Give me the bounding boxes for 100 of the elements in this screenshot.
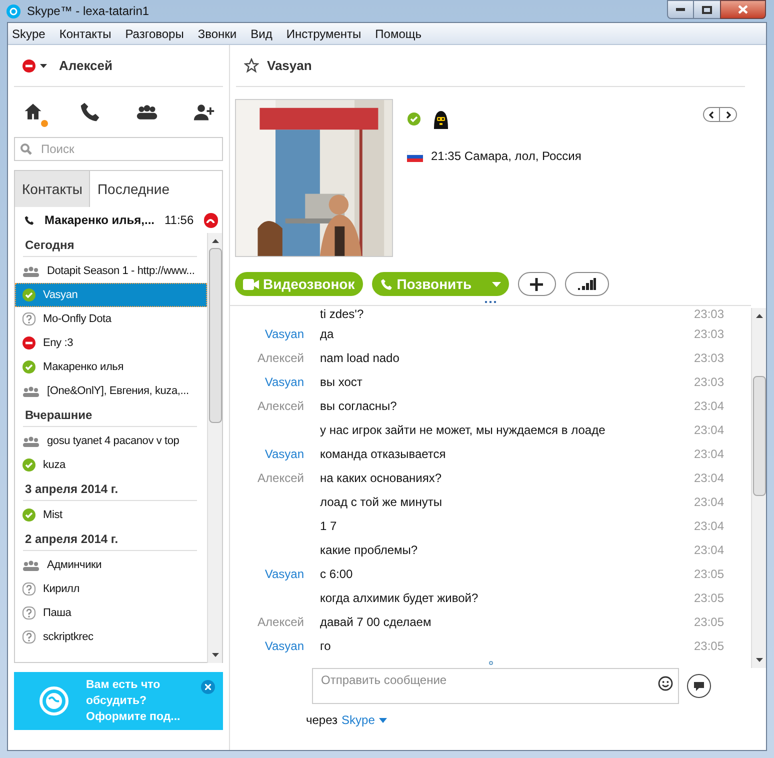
plus-icon	[530, 278, 544, 290]
maximize-icon	[702, 6, 712, 14]
menu-item[interactable]: Помощь	[375, 24, 422, 42]
contact-item[interactable]: Mo-Onfly Dota	[15, 307, 207, 331]
chevron-right-icon	[726, 110, 730, 118]
message-time: 23:04	[694, 470, 724, 487]
caret-icon	[40, 64, 47, 68]
message-text: давай 7 00 сделаем	[320, 614, 432, 631]
section-heading: 3 апреля 2014 г.	[23, 477, 197, 501]
message-time: 23:04	[694, 518, 724, 535]
menu-item[interactable]: Разговоры	[125, 24, 184, 42]
sender-name: Vasyan	[264, 567, 304, 581]
message-time: 23:03	[694, 306, 724, 323]
message-time: 23:04	[694, 422, 724, 439]
message-text: вы хост	[320, 374, 364, 391]
minimize-icon	[676, 8, 685, 11]
message-text: nam load nado	[320, 350, 400, 367]
message-time: 23:05	[694, 590, 724, 607]
contact-item[interactable]: [One&OnlY], Евгения, kuza,...	[15, 379, 207, 403]
service-selector[interactable]: Skype	[342, 711, 387, 729]
message-time: 23:04	[694, 494, 724, 511]
message-text: 1 7	[320, 518, 338, 535]
caret-icon	[492, 282, 501, 286]
emoticon-icon[interactable]	[658, 676, 673, 691]
message-text: команда отказывается	[320, 446, 447, 463]
scroll-down-icon	[212, 653, 218, 657]
message-time: 23:04	[694, 398, 724, 415]
hang-up-icon	[206, 218, 216, 222]
phone-icon	[79, 101, 101, 123]
add-button[interactable]	[518, 272, 556, 296]
message-text: у нас игрок зайти не может, мы нуждаемся в лоаде	[320, 422, 606, 439]
call-quality-button[interactable]	[564, 272, 609, 296]
menu-item[interactable]: Контакты	[59, 24, 112, 42]
contact-item[interactable]: Mist	[15, 503, 207, 527]
contact-item[interactable]: Админчики	[15, 553, 207, 577]
contact-item[interactable]: Макаренко илья	[15, 355, 207, 379]
contact-item[interactable]: kuza	[15, 453, 207, 477]
resize-handle-icon[interactable]	[488, 661, 492, 665]
scrollbar[interactable]	[751, 308, 766, 668]
menu-item[interactable]: Звонки	[198, 24, 237, 42]
skype-logo-icon	[6, 4, 21, 18]
contact-item[interactable]: sckriptkrec	[15, 625, 207, 649]
flag-icon	[407, 150, 423, 162]
message-text: на каких основаниях?	[320, 470, 442, 487]
previous-button[interactable]	[703, 107, 720, 122]
minimize-button[interactable]	[667, 0, 694, 19]
contact-item[interactable]: Кирилл	[15, 577, 207, 601]
message-input[interactable]: Отправить сообщение	[312, 668, 679, 704]
maximize-button[interactable]	[694, 0, 720, 19]
message-time: 23:03	[694, 326, 724, 343]
phone-icon	[24, 214, 35, 226]
globe-icon	[38, 685, 70, 717]
active-call-name[interactable]: Макаренко илья,...	[44, 211, 155, 229]
window-title: Skype™ - lexa-tatarin1	[27, 3, 150, 20]
search-field[interactable]: Поиск	[14, 137, 223, 161]
sender-name: Vasyan	[264, 375, 304, 389]
masked-avatar-icon	[431, 109, 451, 129]
contact-item[interactable]: gosu tyanet 4 pacanov v top	[15, 429, 207, 453]
conversation-title: Vasyan	[267, 56, 312, 75]
message-text: го	[320, 638, 332, 655]
contact-item[interactable]: Dotapit Season 1 - http://www...	[15, 259, 207, 283]
sender-name: Алексей	[258, 351, 304, 365]
scroll-down-icon	[756, 658, 762, 662]
message-text: с 6:00	[320, 566, 354, 583]
next-button[interactable]	[720, 107, 737, 122]
scroll-up-icon	[756, 314, 762, 318]
sender-name: Vasyan	[264, 447, 304, 461]
contact-item[interactable]: Vasyan	[15, 283, 207, 307]
chat-bubble-icon	[693, 680, 705, 692]
message-time: 23:05	[694, 566, 724, 583]
hang-up-button[interactable]	[204, 212, 218, 228]
send-button[interactable]	[687, 674, 711, 698]
call-time: 11:56	[164, 212, 194, 229]
tab[interactable]: Контакты	[15, 171, 90, 207]
menu-item[interactable]: Skype	[12, 24, 46, 42]
menu-item[interactable]: Инструменты	[286, 24, 362, 42]
menu-item[interactable]: Вид	[250, 24, 272, 42]
camera-icon	[243, 278, 259, 290]
phone-icon	[380, 278, 393, 290]
caret-icon	[378, 718, 387, 722]
sender-name: Алексей	[258, 471, 304, 485]
star-icon[interactable]	[244, 58, 259, 73]
message-time: 23:04	[694, 542, 724, 559]
scrollbar[interactable]	[207, 233, 222, 663]
resize-handle-icon[interactable]	[485, 301, 496, 304]
scroll-up-icon	[212, 239, 218, 243]
profile-name[interactable]: Алексей	[59, 56, 112, 76]
section-heading: 2 апреля 2014 г.	[23, 527, 197, 551]
message-text: да	[320, 326, 335, 343]
message-text: вы согласны?	[320, 398, 398, 415]
section-heading: Вчерашние	[23, 403, 197, 427]
contact-item[interactable]: Паша	[15, 601, 207, 625]
contact-item[interactable]: Eny :3	[15, 331, 207, 355]
message-text: ti zdes'?	[320, 306, 365, 323]
chevron-left-icon	[709, 110, 714, 118]
signal-icon	[578, 278, 596, 290]
close-button[interactable]	[720, 0, 766, 19]
sender-name: Vasyan	[264, 639, 304, 653]
close-button[interactable]	[201, 680, 215, 694]
sender-name: Алексей	[258, 399, 304, 413]
